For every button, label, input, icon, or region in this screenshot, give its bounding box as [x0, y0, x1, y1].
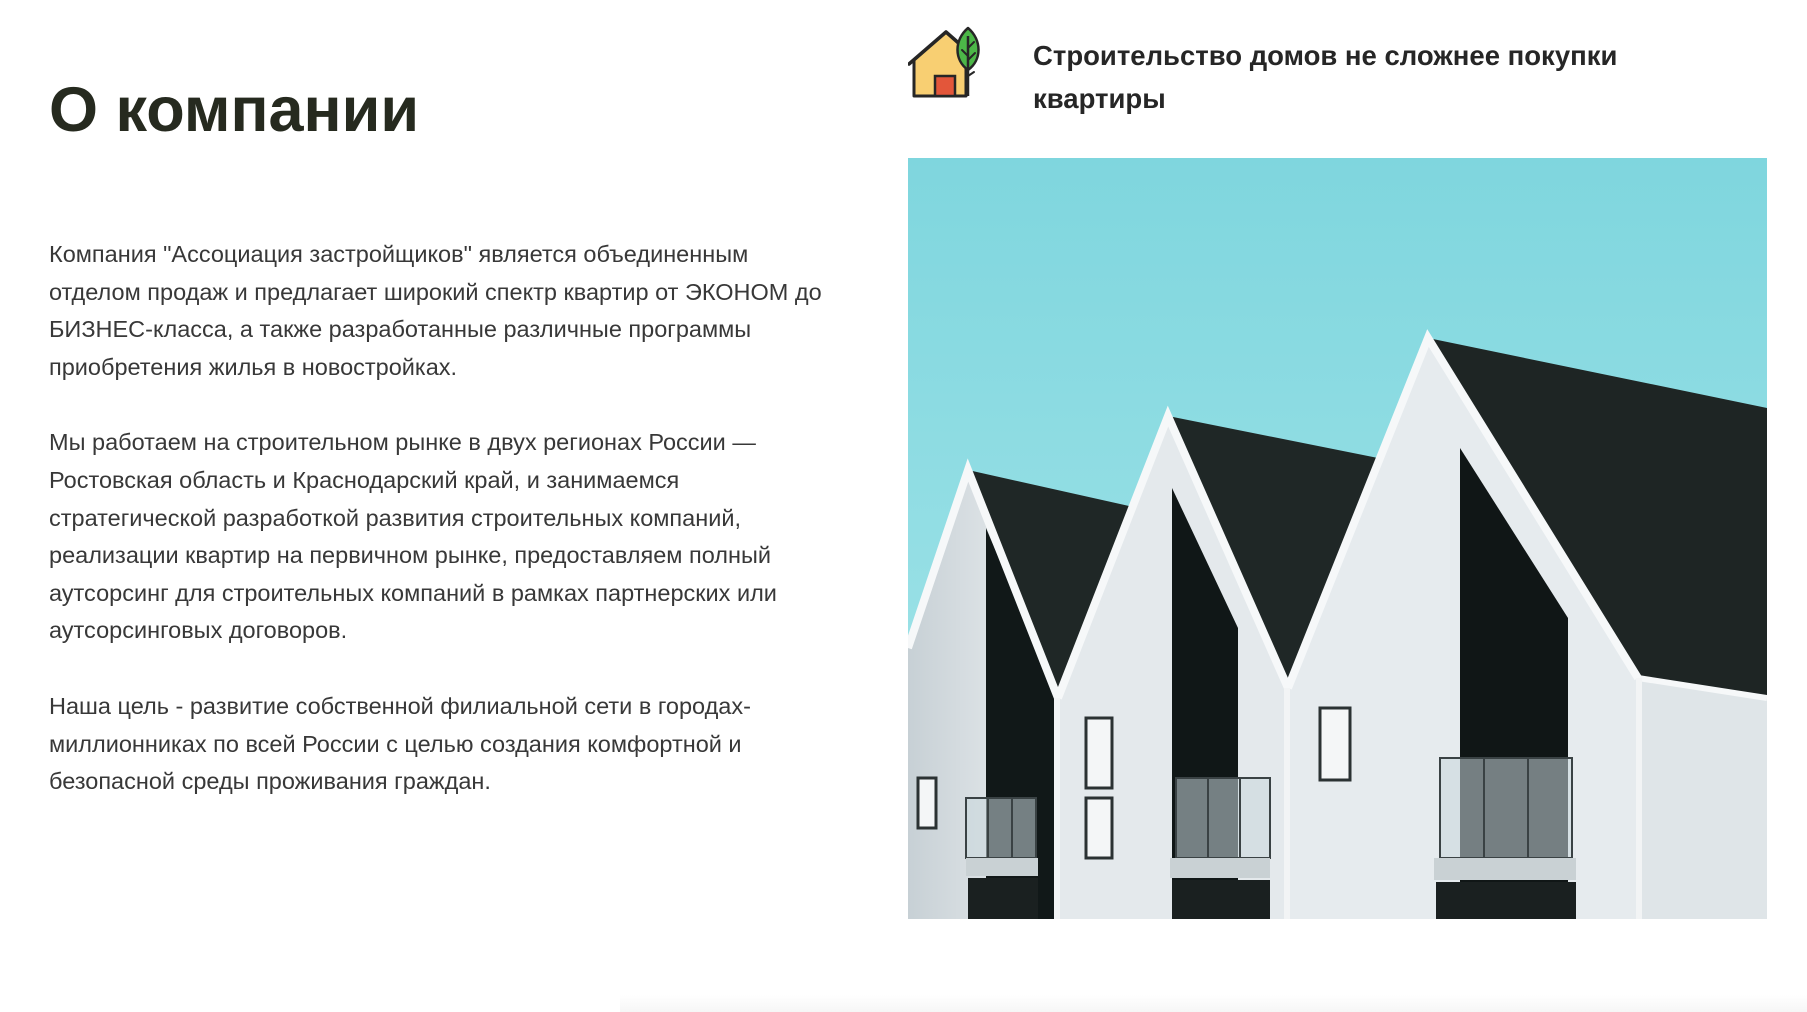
eco-house-icon [907, 26, 988, 106]
about-text: Компания "Ассоциация застройщиков" являе… [49, 236, 824, 839]
feature-title: Строительство домов не сложнее покупки к… [1033, 40, 1618, 114]
feature-block: Строительство домов не сложнее покупки к… [907, 22, 1768, 122]
about-paragraph-2: Мы работаем на строительном рынке в двух… [49, 429, 777, 644]
gabled-houses-photo [908, 158, 1767, 919]
about-paragraph-3: Наша цель - развитие собственной филиаль… [49, 692, 751, 795]
page: О компании Компания "Ассоциация застройщ… [0, 0, 1807, 1012]
about-paragraph-1: Компания "Ассоциация застройщиков" являе… [49, 241, 822, 380]
page-title: О компании [49, 75, 420, 145]
section-divider [620, 995, 1807, 1012]
